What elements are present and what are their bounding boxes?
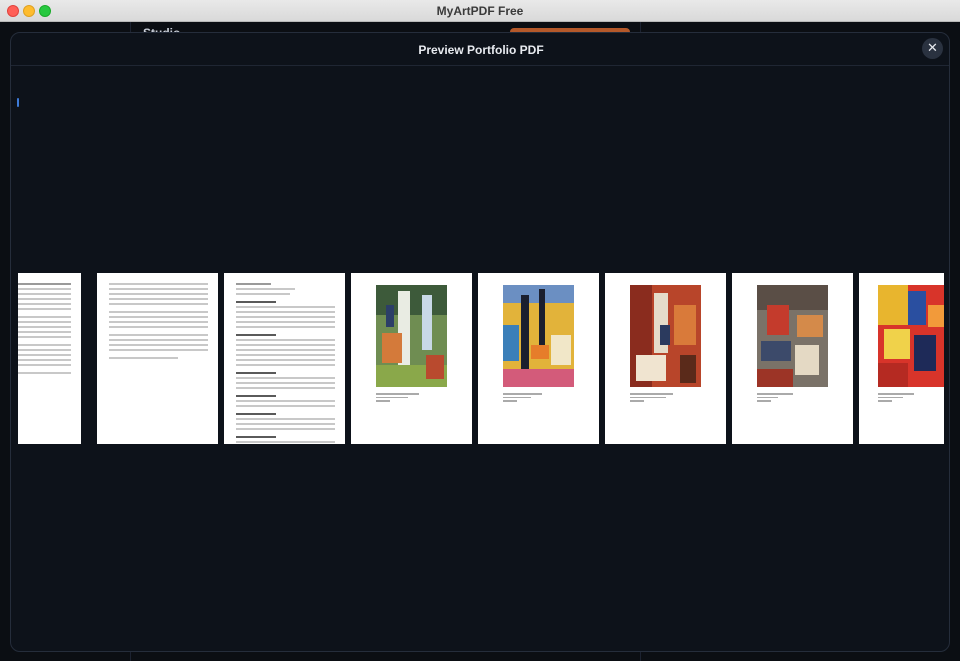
pdf-page[interactable] — [224, 273, 345, 444]
artwork-image — [376, 285, 447, 387]
preview-modal: Preview Portfolio PDF ✕ — [10, 32, 950, 652]
page-text-block — [109, 283, 208, 362]
artwork-caption — [878, 391, 944, 402]
pdf-page[interactable] — [478, 273, 599, 444]
window-title: MyArtPDF Free — [436, 4, 524, 18]
pdf-page[interactable] — [605, 273, 726, 444]
title-bar[interactable]: MyArtPDF Free — [0, 0, 960, 22]
artwork-image — [757, 285, 828, 387]
modal-header: Preview Portfolio PDF ✕ — [11, 33, 949, 66]
pdf-page[interactable] — [732, 273, 853, 444]
pdf-page[interactable] — [351, 273, 472, 444]
page-text-block — [236, 283, 335, 444]
artwork-caption — [757, 391, 828, 402]
pdf-page[interactable] — [859, 273, 944, 444]
artwork-image — [503, 285, 574, 387]
artwork-caption — [503, 391, 574, 402]
artwork-caption — [630, 391, 701, 402]
app-window: MyArtPDF Free Studio Preview Portfolio P… — [0, 0, 960, 661]
pdf-page[interactable] — [97, 273, 218, 444]
page-text-block — [18, 283, 71, 377]
pdf-page-strip[interactable] — [18, 273, 944, 444]
artwork-caption — [376, 391, 447, 402]
artwork-image — [878, 285, 944, 387]
close-icon[interactable]: ✕ — [922, 38, 943, 59]
pdf-page[interactable] — [18, 273, 81, 444]
artwork-image — [630, 285, 701, 387]
modal-title: Preview Portfolio PDF — [418, 43, 544, 57]
scroll-indicator[interactable] — [17, 98, 19, 107]
